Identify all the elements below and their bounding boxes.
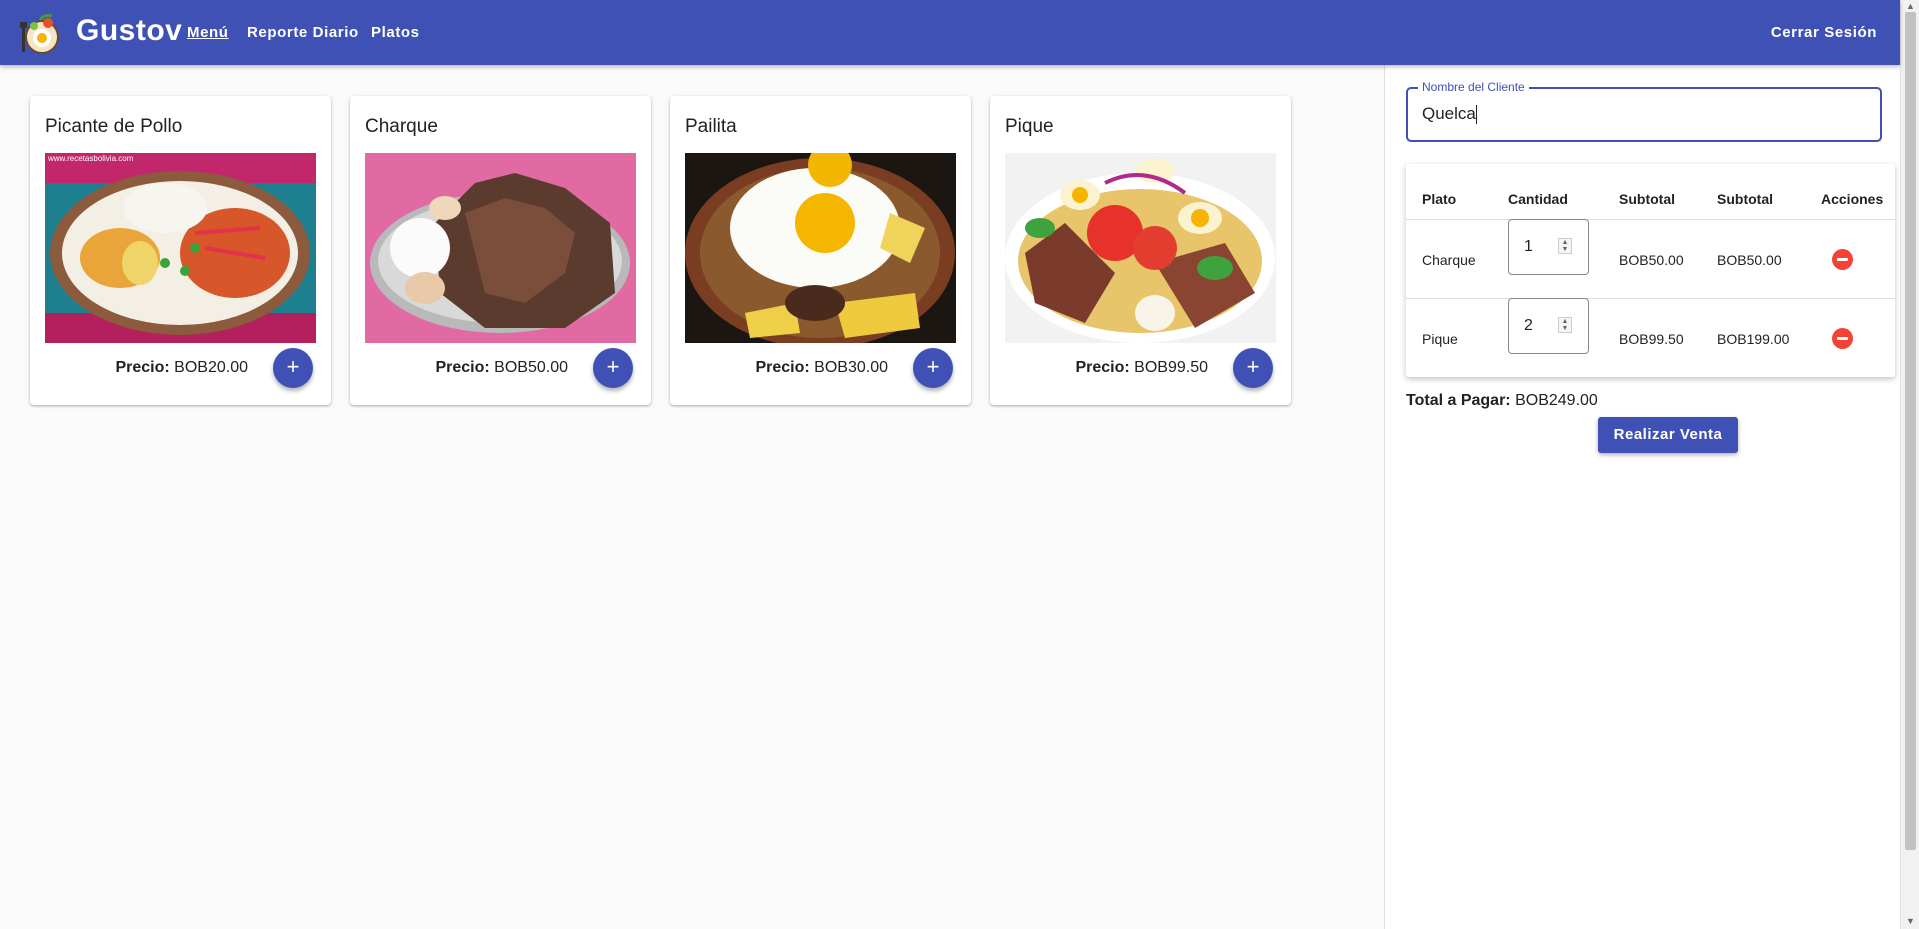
dish-card: Picante de Pollo www.recetasbolivia.com …	[30, 96, 331, 405]
quantity-value: 1	[1524, 238, 1533, 255]
column-header: Subtotal	[1717, 191, 1773, 207]
scroll-up-icon[interactable]: ▲	[1906, 1, 1915, 11]
order-panel: Nombre del Cliente Quelca Plato Cantidad…	[1384, 65, 1900, 929]
row-price: BOB50.00	[1619, 252, 1684, 268]
client-name-field[interactable]: Nombre del Cliente Quelca	[1406, 80, 1882, 142]
dish-title: Pique	[1005, 116, 1054, 137]
dish-price: Precio: BOB50.00	[435, 359, 568, 376]
dish-card: Pique Precio: BOB99.50 +	[990, 96, 1291, 405]
quantity-stepper[interactable]: 2 ▲ ▼	[1508, 298, 1589, 354]
logout-button[interactable]: Cerrar Sesión	[1771, 24, 1877, 41]
order-table: Plato Cantidad Subtotal Subtotal Accione…	[1406, 164, 1895, 377]
spin-up-icon[interactable]: ▲	[1562, 318, 1569, 325]
dish-price: Precio: BOB20.00	[115, 359, 248, 376]
scroll-down-icon[interactable]: ▼	[1906, 916, 1915, 926]
spin-down-icon[interactable]: ▼	[1562, 325, 1569, 332]
dish-image: www.recetasbolivia.com	[45, 153, 316, 343]
remove-item-button[interactable]	[1832, 328, 1853, 349]
column-header: Plato	[1422, 191, 1457, 207]
add-dish-button[interactable]: +	[1233, 348, 1273, 388]
spin-buttons[interactable]: ▲ ▼	[1558, 317, 1572, 333]
plus-icon: +	[606, 354, 620, 379]
nav-menu[interactable]: Menú	[187, 24, 229, 41]
column-header: Acciones	[1821, 191, 1884, 207]
app-brand[interactable]: Gustov	[76, 14, 182, 48]
add-dish-button[interactable]: +	[273, 348, 313, 388]
column-header: Subtotal	[1619, 191, 1675, 207]
dish-card: Charque Precio: BOB50.00 +	[350, 96, 651, 405]
add-dish-button[interactable]: +	[593, 348, 633, 388]
client-name-label: Nombre del Cliente	[1418, 80, 1529, 94]
dish-title: Picante de Pollo	[45, 116, 183, 137]
dish-image	[685, 153, 956, 343]
svg-text:www.recetasbolivia.com: www.recetasbolivia.com	[47, 154, 134, 163]
quantity-stepper[interactable]: 1 ▲ ▼	[1508, 219, 1589, 275]
order-total: Total a Pagar: BOB249.00	[1406, 392, 1598, 409]
dish-card: Pailita Precio: BOB30.00 +	[670, 96, 971, 405]
dish-title: Charque	[365, 116, 438, 137]
row-plato: Charque	[1422, 252, 1476, 268]
divider	[1406, 298, 1895, 299]
add-dish-button[interactable]: +	[913, 348, 953, 388]
dish-title: Pailita	[685, 116, 737, 137]
remove-item-button[interactable]	[1832, 249, 1853, 270]
row-plato: Pique	[1422, 331, 1458, 347]
column-header: Cantidad	[1508, 191, 1568, 207]
dish-price: Precio: BOB99.50	[1075, 359, 1208, 376]
spin-up-icon[interactable]: ▲	[1562, 239, 1569, 246]
nav-platos[interactable]: Platos	[371, 24, 420, 41]
spin-buttons[interactable]: ▲ ▼	[1558, 238, 1572, 254]
plus-icon: +	[1246, 354, 1260, 379]
nav-reporte-diario[interactable]: Reporte Diario	[247, 24, 359, 41]
app-logo-icon	[18, 10, 64, 56]
scroll-thumb[interactable]	[1905, 12, 1916, 850]
row-subtotal: BOB199.00	[1717, 331, 1790, 347]
client-name-input[interactable]: Quelca	[1422, 104, 1862, 125]
row-subtotal: BOB50.00	[1717, 252, 1782, 268]
vertical-scrollbar[interactable]: ▲ ▼	[1900, 0, 1919, 929]
dish-image	[365, 153, 636, 343]
top-app-bar: Gustov Menú Reporte Diario Platos Cerrar…	[0, 0, 1900, 65]
plus-icon: +	[286, 354, 300, 379]
row-price: BOB99.50	[1619, 331, 1684, 347]
dish-price: Precio: BOB30.00	[755, 359, 888, 376]
divider	[1406, 219, 1895, 220]
spin-down-icon[interactable]: ▼	[1562, 246, 1569, 253]
plus-icon: +	[926, 354, 940, 379]
quantity-value: 2	[1524, 317, 1533, 334]
dish-image	[1005, 153, 1276, 343]
submit-sale-button[interactable]: Realizar Venta	[1598, 417, 1738, 453]
